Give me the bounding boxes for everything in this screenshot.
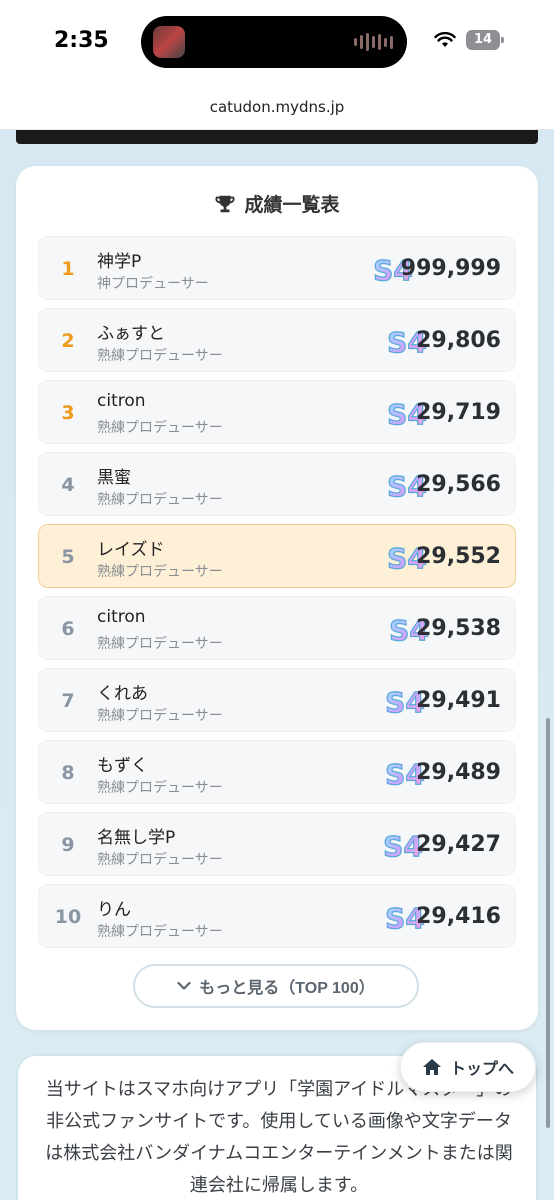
player-name: citron — [97, 607, 146, 627]
player-title: 熟練プロデューサー — [97, 564, 223, 580]
player-title: 熟練プロデューサー — [97, 708, 223, 724]
show-more-label: もっと見る（TOP 100） — [199, 980, 375, 997]
trophy-icon — [215, 195, 235, 212]
player-score: 29,427 — [416, 832, 501, 857]
player-title: 熟練プロデューサー — [97, 780, 223, 796]
ranking-row[interactable]: 8 もずく 熟練プロデューサー S4 29,489 — [38, 740, 516, 804]
status-time: 2:35 — [54, 28, 109, 53]
wifi-icon — [434, 32, 456, 47]
player-title: 熟練プロデューサー — [97, 348, 223, 364]
player-score: 29,538 — [416, 616, 501, 641]
player-score: 29,491 — [416, 688, 501, 713]
rank-number: 6 — [61, 618, 75, 640]
rank-number: 4 — [61, 474, 75, 496]
player-title: 熟練プロデューサー — [97, 492, 223, 508]
rank-number: 7 — [61, 690, 75, 712]
player-name: 名無し学P — [97, 828, 176, 848]
player-title: 熟練プロデューサー — [97, 924, 223, 940]
ranking-row[interactable]: 6 citron 熟練プロデューサー S4 29,538 — [38, 596, 516, 660]
show-more-button[interactable]: もっと見る（TOP 100） — [133, 964, 419, 1008]
player-score: 29,719 — [416, 400, 501, 425]
rank-number: 1 — [61, 258, 75, 280]
ranking-card: 成績一覧表 1 神学P 神プロデューサー S4 999,999 2 ふぁすと 熟練プロデューサ… — [16, 166, 538, 1030]
player-score: 29,416 — [416, 904, 501, 929]
player-score: 29,566 — [416, 472, 501, 497]
home-icon — [422, 1059, 441, 1075]
back-to-top-button[interactable]: トップへ — [400, 1042, 536, 1092]
audio-wave-icon — [354, 32, 393, 52]
ranking-title: 成績一覧表 — [244, 194, 340, 216]
rank-number: 9 — [61, 834, 75, 856]
player-name: レイズド — [97, 540, 165, 560]
disclaimer-text: 当サイトはスマホ向けアプリ「学園アイドルマスター」の非公式ファンサイトです。使用… — [45, 1079, 513, 1196]
ranking-row[interactable]: 7 くれあ 熟練プロデューサー S4 29,491 — [38, 668, 516, 732]
ranking-row[interactable]: 2 ふぁすと 熟練プロデューサー S4 29,806 — [38, 308, 516, 372]
player-title: 熟練プロデューサー — [97, 420, 223, 436]
rank-number: 5 — [61, 546, 75, 568]
ranking-header: 成績一覧表 — [16, 190, 538, 217]
player-score: 999,999 — [400, 256, 501, 281]
page-content: 成績一覧表 1 神学P 神プロデューサー S4 999,999 2 ふぁすと 熟練プロデューサ… — [0, 130, 554, 1200]
address-bar[interactable]: catudon.mydns.jp — [0, 84, 554, 130]
player-name: くれあ — [97, 684, 148, 704]
ranking-row[interactable]: 5 レイズド 熟練プロデューサー S4 29,552 — [38, 524, 516, 588]
ranking-list: 1 神学P 神プロデューサー S4 999,999 2 ふぁすと 熟練プロデューサー S4 29,… — [38, 236, 516, 956]
ranking-row[interactable]: 1 神学P 神プロデューサー S4 999,999 — [38, 236, 516, 300]
player-title: 神プロデューサー — [97, 276, 209, 292]
previous-section-edge — [16, 130, 538, 144]
rank-number: 10 — [54, 906, 82, 928]
player-name: ふぁすと — [97, 324, 165, 344]
battery-indicator: 14 — [466, 30, 504, 50]
rank-number: 8 — [61, 762, 75, 784]
player-name: citron — [97, 391, 146, 411]
player-name: もずく — [97, 756, 148, 776]
player-name: りん — [97, 900, 131, 920]
rank-number: 2 — [61, 330, 75, 352]
rank-number: 3 — [61, 402, 75, 424]
player-title: 熟練プロデューサー — [97, 852, 223, 868]
ranking-row[interactable]: 3 citron 熟練プロデューサー S4 29,719 — [38, 380, 516, 444]
dynamic-island[interactable] — [141, 16, 407, 68]
now-playing-thumbnail — [153, 26, 185, 58]
player-name: 神学P — [97, 252, 142, 272]
ranking-row[interactable]: 9 名無し学P 熟練プロデューサー S4 29,427 — [38, 812, 516, 876]
player-name: 黒蜜 — [97, 468, 131, 488]
chevron-down-icon — [177, 981, 191, 990]
player-score: 29,552 — [416, 544, 501, 569]
status-bar: 2:35 14 — [0, 0, 554, 84]
ranking-row[interactable]: 10 りん 熟練プロデューサー S4 29,416 — [38, 884, 516, 948]
back-to-top-label: トップへ — [449, 1059, 514, 1078]
player-score: 29,806 — [416, 328, 501, 353]
player-title: 熟練プロデューサー — [97, 636, 223, 652]
page-scrollbar[interactable] — [546, 718, 550, 1128]
player-score: 29,489 — [416, 760, 501, 785]
ranking-row[interactable]: 4 黒蜜 熟練プロデューサー S4 29,566 — [38, 452, 516, 516]
